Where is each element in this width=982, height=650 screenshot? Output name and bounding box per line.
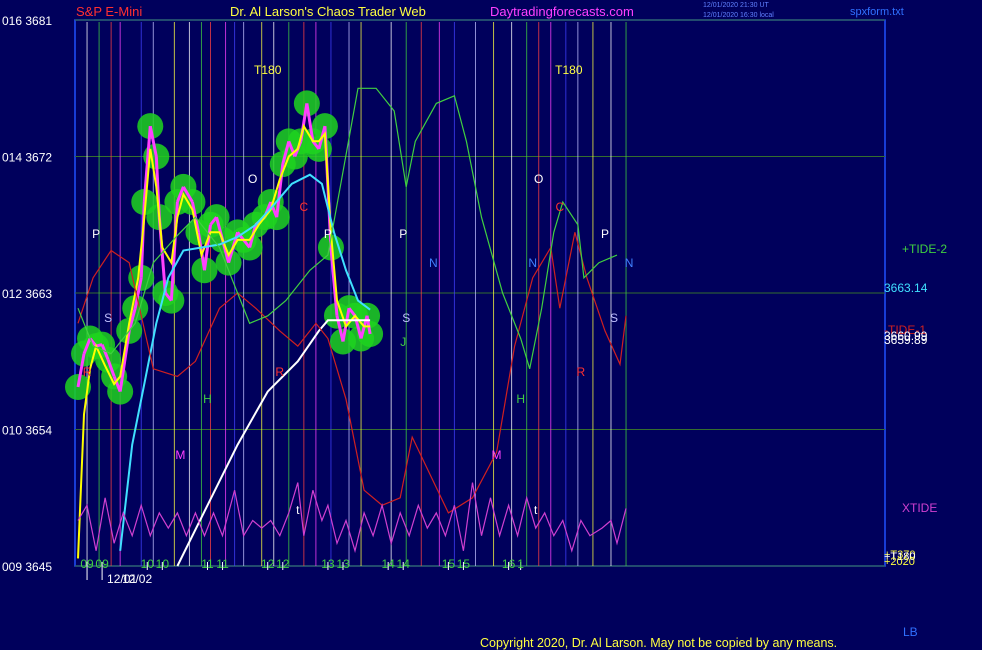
cycle-marker: N <box>528 256 537 270</box>
y-tick-label: 009 3645 <box>2 560 52 574</box>
cycle-marker: P <box>399 227 407 241</box>
x-tick-label: 11 <box>201 557 214 571</box>
cycle-marker: S <box>104 311 112 325</box>
symbol-label: S&P E-Mini <box>76 4 142 19</box>
chart-title: Dr. Al Larson's Chaos Trader Web <box>230 4 426 19</box>
cycle-marker: C <box>300 200 309 214</box>
y-tick-label: 014 3672 <box>2 151 52 165</box>
cycle-marker: C <box>555 200 564 214</box>
cycle-marker: P <box>601 227 609 241</box>
y-tick-label: 016 3681 <box>2 14 52 28</box>
cycle-marker: N <box>429 256 438 270</box>
copyright: Copyright 2020, Dr. Al Larson. May not b… <box>480 636 837 650</box>
cycle-marker: R <box>275 365 284 379</box>
cycle-marker: S <box>610 311 618 325</box>
cycle-marker: H <box>516 392 525 406</box>
cycle-marker: T180 <box>555 63 583 77</box>
cycle-marker: J <box>400 335 406 349</box>
y-tick-label: 010 3654 <box>2 424 52 438</box>
right-series-label: +TIDE-2 <box>902 242 947 256</box>
cycle-marker: M <box>175 448 185 462</box>
timestamp-ut: 12/01/2020 21:30 UT <box>703 2 769 9</box>
x-tick-label: 09 <box>95 557 109 571</box>
cycle-marker: P <box>324 227 332 241</box>
x-tick-label: 16 <box>502 557 516 571</box>
cycle-marker: O <box>534 172 543 186</box>
cycle-marker: R <box>577 365 586 379</box>
x-tick-label: 1 <box>517 557 524 571</box>
right-series-label: +2020 <box>884 556 915 568</box>
cycle-marker: O <box>248 172 257 186</box>
x-tick-label: 12 <box>261 557 275 571</box>
cycle-marker: H <box>203 392 212 406</box>
x-tick-label: 13 <box>336 557 350 571</box>
timestamp-local: 12/01/2020 16:30 local <box>703 12 774 19</box>
right-series-label: XTIDE <box>902 501 937 515</box>
x-tick-label: 13 <box>321 557 335 571</box>
chart-background <box>0 0 982 650</box>
x-tick-label: 10 <box>141 557 155 571</box>
source-file: spxform.txt <box>850 6 904 18</box>
cycle-marker: M <box>492 448 502 462</box>
site-link[interactable]: Daytradingforecasts.com <box>490 4 634 19</box>
x-tick-label: 14 <box>381 557 395 571</box>
chaos-trader-chart: PSRHMOT180CtPRPSNJMHtONT180CRPSN 016 368… <box>0 0 982 650</box>
x-tick-label: 09 <box>80 557 94 571</box>
cycle-marker: T180 <box>254 63 282 77</box>
cycle-marker: R <box>83 365 92 379</box>
x-tick-label: 10 <box>156 557 170 571</box>
cycle-marker: S <box>402 311 410 325</box>
cycle-marker: P <box>92 227 100 241</box>
corner-mark: LB <box>903 625 918 639</box>
date-tick-label: 12/02 <box>122 572 152 586</box>
x-tick-label: 14 <box>397 557 411 571</box>
right-series-label: 3663.14 <box>884 281 928 295</box>
cycle-marker: N <box>625 256 634 270</box>
right-series-label: 3659.89 <box>884 333 928 347</box>
x-tick-label: 15 <box>457 557 471 571</box>
x-tick-label: 11 <box>216 557 229 571</box>
y-tick-label: 012 3663 <box>2 287 52 301</box>
x-tick-label: 15 <box>442 557 456 571</box>
x-tick-label: 12 <box>276 557 290 571</box>
